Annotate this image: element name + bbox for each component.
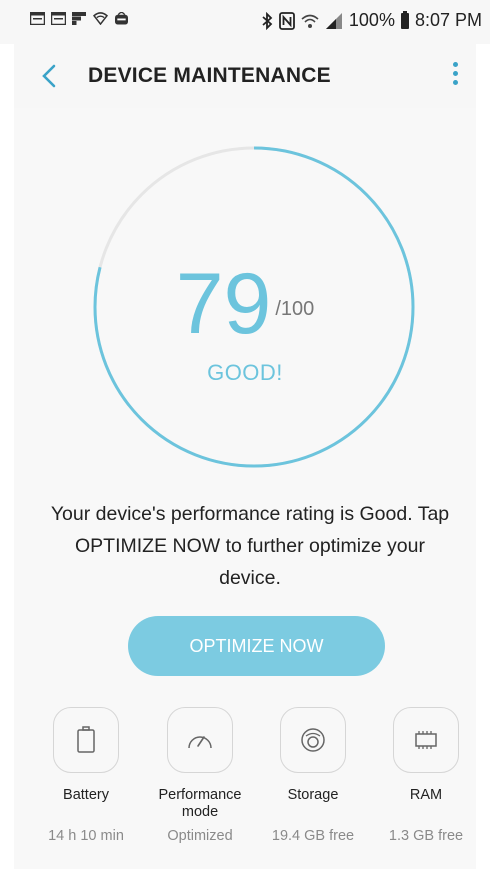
nfc-icon <box>279 11 295 30</box>
page-title: DEVICE MAINTENANCE <box>88 64 331 87</box>
storage-disk-icon <box>301 728 325 752</box>
performance-item-icon-box[interactable] <box>167 707 233 773</box>
battery-item[interactable]: Battery <box>36 707 136 804</box>
ram-label: RAM <box>409 787 443 803</box>
storage-item-icon-box[interactable] <box>280 707 346 773</box>
more-options-icon[interactable] <box>446 62 464 90</box>
battery-icon <box>77 726 95 753</box>
score-max: /100 <box>275 298 315 320</box>
calendar-icon <box>51 12 66 25</box>
optimize-now-button[interactable]: OPTIMIZE NOW <box>128 616 385 676</box>
rating-description: Your device's performance rating is Good… <box>50 503 450 589</box>
back-arrow-icon[interactable] <box>36 60 64 92</box>
clock: 8:07 PM <box>414 10 482 30</box>
battery-label: Battery <box>63 787 109 803</box>
ram-value: 1.3 GB free <box>388 828 464 844</box>
battery-percent: 100% <box>348 10 395 30</box>
app-bar: DEVICE MAINTENANCE <box>14 44 476 109</box>
bluetooth-icon <box>262 11 273 30</box>
performance-mode-value: Optimized <box>167 828 233 844</box>
ram-item-icon-box[interactable] <box>393 707 459 773</box>
performance-gauge-icon <box>188 736 212 749</box>
performance-mode-label: Performance mode <box>158 787 242 820</box>
battery-icon <box>400 10 409 29</box>
status-bar: 100% 8:07 PM <box>0 0 490 44</box>
battery-item-icon-box[interactable] <box>53 707 119 773</box>
flipboard-icon <box>72 12 86 25</box>
storage-value: 19.4 GB free <box>271 828 355 844</box>
storage-label: Storage <box>287 787 339 803</box>
performance-mode-item[interactable]: Performance mode <box>150 707 250 821</box>
signal-icon <box>325 12 342 29</box>
score-display: 79/100 <box>0 255 490 354</box>
wifi-shield-icon <box>93 12 108 25</box>
menu-bag-icon <box>115 12 128 25</box>
score-value: 79 <box>175 256 272 352</box>
wifi-icon <box>301 14 319 28</box>
ram-chip-icon <box>415 731 437 749</box>
calendar-icon <box>30 12 45 25</box>
storage-item[interactable]: Storage <box>263 707 363 804</box>
ram-item[interactable]: RAM <box>376 707 476 804</box>
battery-value: 14 h 10 min <box>48 828 124 844</box>
rating-label: GOOD! <box>207 360 283 385</box>
